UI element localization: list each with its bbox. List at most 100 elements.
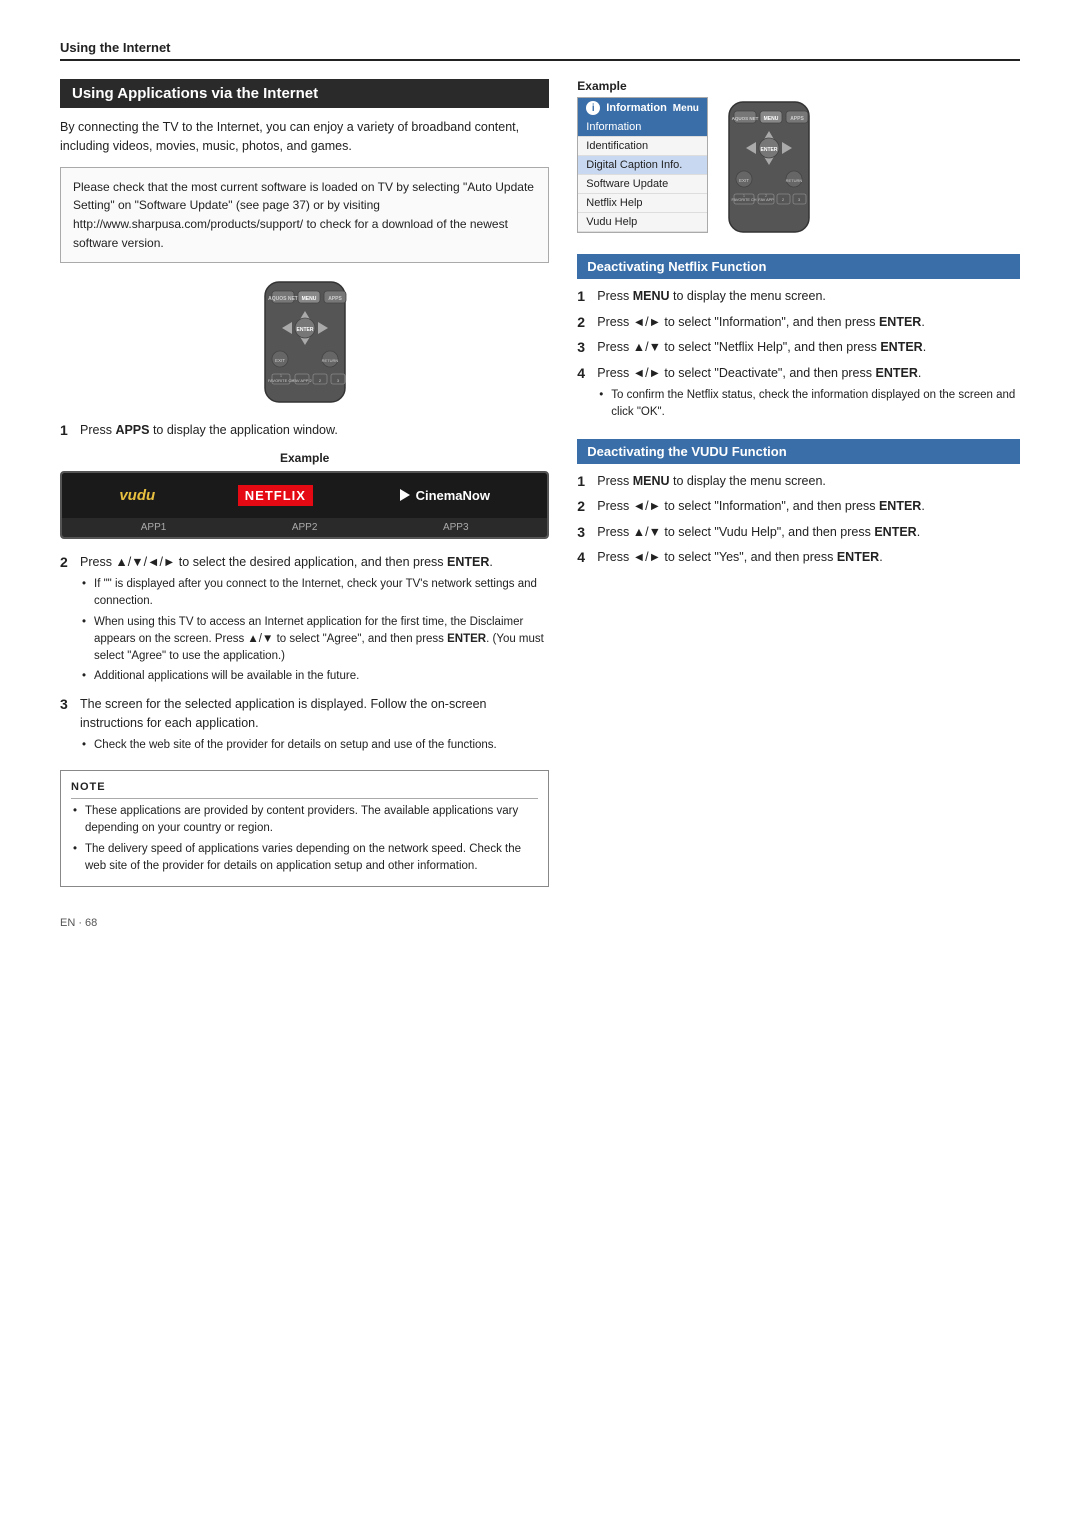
- vudu-step-1-num: 1: [577, 472, 591, 492]
- svg-text:FAVORITE CH: FAVORITE CH: [267, 378, 293, 383]
- netflix-step-1-content: Press MENU to display the menu screen.: [597, 287, 1020, 306]
- svg-text:1: 1: [743, 194, 745, 198]
- two-column-layout: Using Applications via the Internet By c…: [60, 79, 1020, 887]
- step-2-number: 2: [60, 553, 74, 573]
- netflix-step-2-num: 2: [577, 313, 591, 333]
- svg-text:2: 2: [765, 194, 767, 198]
- page-header: Using the Internet: [60, 40, 1020, 61]
- vudu-steps-list: 1 Press MENU to display the menu screen.…: [577, 472, 1020, 568]
- netflix-steps-list: 1 Press MENU to display the menu screen.…: [577, 287, 1020, 425]
- vudu-step-1-content: Press MENU to display the menu screen.: [597, 472, 1020, 491]
- example-label-right: Example: [577, 79, 1020, 93]
- menu-item-software-update: Software Update: [578, 175, 707, 194]
- netflix-step-4-content: Press ◄/► to select "Deactivate", and th…: [597, 364, 1020, 425]
- note-bullet-1: These applications are provided by conte…: [73, 803, 538, 838]
- vudu-step-4-content: Press ◄/► to select "Yes", and then pres…: [597, 548, 1020, 567]
- step-1-text: Press APPS to display the application wi…: [80, 423, 338, 437]
- svg-text:FAV APP: FAV APP: [758, 198, 774, 202]
- note-bullet-2: The delivery speed of applications varie…: [73, 841, 538, 876]
- step-3-bullet-1: Check the web site of the provider for d…: [82, 737, 549, 754]
- netflix-step-3-content: Press ▲/▼ to select "Netflix Help", and …: [597, 338, 1020, 357]
- note-box: NOTE These applications are provided by …: [60, 770, 549, 888]
- step-1-bold: APPS: [115, 423, 149, 437]
- netflix-step-1: 1 Press MENU to display the menu screen.: [577, 287, 1020, 307]
- svg-text:MENU: MENU: [764, 116, 779, 122]
- vudu-step-4: 4 Press ◄/► to select "Yes", and then pr…: [577, 548, 1020, 568]
- netflix-step-2-content: Press ◄/► to select "Information", and t…: [597, 313, 1020, 332]
- svg-text:EXIT: EXIT: [739, 178, 749, 183]
- step-3-content: The screen for the selected application …: [80, 695, 549, 758]
- section-title: Using Applications via the Internet: [60, 79, 549, 108]
- svg-text:FAV APP 2: FAV APP 2: [292, 378, 312, 383]
- vudu-step-4-num: 4: [577, 548, 591, 568]
- vudu-step-3: 3 Press ▲/▼ to select "Vudu Help", and t…: [577, 523, 1020, 543]
- netflix-step-1-num: 1: [577, 287, 591, 307]
- vudu-step-2: 2 Press ◄/► to select "Information", and…: [577, 497, 1020, 517]
- vudu-step-2-content: Press ◄/► to select "Information", and t…: [597, 497, 1020, 516]
- step-2-bullet-2: When using this TV to access an Internet…: [82, 614, 549, 666]
- menu-panel: i Information Menu Information Identific…: [577, 97, 708, 233]
- menu-item-digital-caption: Digital Caption Info.: [578, 156, 707, 175]
- svg-text:ENTER: ENTER: [296, 327, 313, 333]
- step-2-bullets: If "" is displayed after you connect to …: [82, 576, 549, 686]
- step-1: 1 Press APPS to display the application …: [60, 421, 549, 441]
- app-label-2: APP2: [292, 522, 318, 533]
- app-label-3: APP3: [443, 522, 469, 533]
- app-labels-row: APP1 APP2 APP3: [62, 518, 547, 537]
- remote-illustration-right: AQUOS NET MENU APPS ENTER EXIT: [714, 97, 824, 240]
- info-icon: i: [586, 101, 600, 115]
- vudu-logo: vudu: [119, 487, 155, 504]
- note-label: NOTE: [71, 779, 538, 800]
- remote-svg-right: AQUOS NET MENU APPS ENTER EXIT: [714, 97, 824, 237]
- vudu-step-1: 1 Press MENU to display the menu screen.: [577, 472, 1020, 492]
- example-label-left: Example: [60, 451, 549, 465]
- remote-svg-left: AQUOS NET MENU APPS ENTER EXIT: [240, 277, 370, 407]
- step-3: 3 The screen for the selected applicatio…: [60, 695, 549, 758]
- step-2-bullet-3: Additional applications will be availabl…: [82, 668, 549, 685]
- notice-text: Please check that the most current softw…: [73, 180, 534, 250]
- step-1-content: Press APPS to display the application wi…: [80, 421, 549, 440]
- app-label-1: APP1: [141, 522, 167, 533]
- svg-text:AQUOS NET: AQUOS NET: [268, 296, 298, 302]
- svg-text:APPS: APPS: [328, 296, 342, 302]
- svg-text:ENTER: ENTER: [760, 147, 777, 153]
- netflix-step-4-bullets: To confirm the Netflix status, check the…: [599, 387, 1020, 422]
- cinemanow-icon: [396, 487, 412, 503]
- svg-text:3: 3: [798, 198, 800, 202]
- deactivate-netflix-title: Deactivating Netflix Function: [577, 254, 1020, 279]
- remote-illustration-left: AQUOS NET MENU APPS ENTER EXIT: [60, 277, 549, 407]
- svg-text:APPS: APPS: [790, 116, 804, 122]
- svg-text:RETURN: RETURN: [321, 358, 338, 363]
- svg-text:AQUOS NET: AQUOS NET: [732, 116, 759, 121]
- right-column: Example i Information Menu Information I…: [577, 79, 1020, 887]
- vudu-step-3-num: 3: [577, 523, 591, 543]
- netflix-step-4: 4 Press ◄/► to select "Deactivate", and …: [577, 364, 1020, 425]
- step-2-bullet-1: If "" is displayed after you connect to …: [82, 576, 549, 611]
- svg-text:EXIT: EXIT: [275, 358, 285, 363]
- netflix-step-2: 2 Press ◄/► to select "Information", and…: [577, 313, 1020, 333]
- notice-box: Please check that the most current softw…: [60, 167, 549, 263]
- step-2-enter: ENTER: [447, 555, 489, 569]
- app-window-illustration: vudu NETFLIX CinemaNow APP1 APP2 APP3: [60, 471, 549, 539]
- step-3-bullets: Check the web site of the provider for d…: [82, 737, 549, 754]
- step-2-content: Press ▲/▼/◄/► to select the desired appl…: [80, 553, 549, 689]
- menu-header-text: Information: [606, 102, 667, 114]
- menu-item-vudu-help: Vudu Help: [578, 213, 707, 232]
- page-footer: EN · 68: [60, 917, 1020, 929]
- netflix-step-3: 3 Press ▲/▼ to select "Netflix Help", an…: [577, 338, 1020, 358]
- vudu-step-3-content: Press ▲/▼ to select "Vudu Help", and the…: [597, 523, 1020, 542]
- step-3-number: 3: [60, 695, 74, 715]
- cinemanow-logo: CinemaNow: [396, 487, 490, 503]
- page-header-title: Using the Internet: [60, 40, 171, 55]
- app-window-body: vudu NETFLIX CinemaNow: [62, 473, 547, 518]
- netflix-logo: NETFLIX: [238, 485, 313, 506]
- menu-illustration: i Information Menu Information Identific…: [577, 97, 1020, 240]
- step-1-number: 1: [60, 421, 74, 441]
- left-column: Using Applications via the Internet By c…: [60, 79, 549, 887]
- menu-item-identification: Identification: [578, 137, 707, 156]
- note-bullets: These applications are provided by conte…: [73, 803, 538, 875]
- intro-text: By connecting the TV to the Internet, yo…: [60, 118, 549, 157]
- menu-label: Menu: [673, 103, 699, 114]
- footer-text: EN · 68: [60, 917, 97, 929]
- svg-text:FAVORITE CH: FAVORITE CH: [731, 198, 756, 202]
